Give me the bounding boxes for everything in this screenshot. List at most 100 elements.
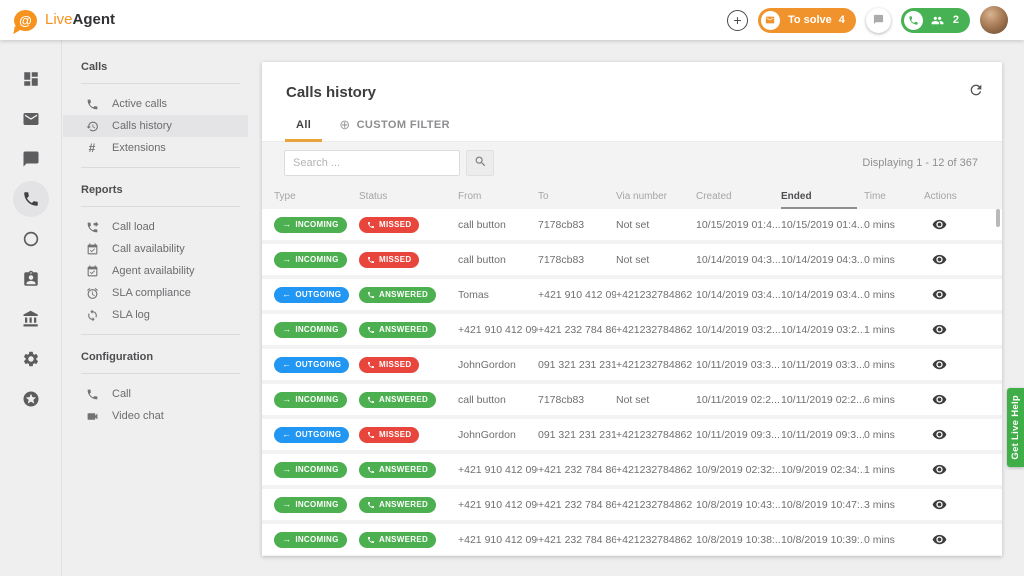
cell-to: +421 232 784 862 <box>538 498 616 511</box>
table-row: → INCOMING MISSED call button 7178cb83 Not se… <box>262 244 1002 275</box>
sidebar-item-sla-compliance[interactable]: SLA compliance <box>63 282 248 304</box>
to-solve-button[interactable]: To solve 4 <box>757 7 856 33</box>
chat-icon[interactable] <box>13 141 49 177</box>
cell-via: +421232784862 <box>616 323 693 336</box>
refresh-button[interactable] <box>968 82 984 101</box>
sidebar-item-active-calls[interactable]: Active calls <box>63 93 248 115</box>
table-header-row: Type Status From To Via number Created Ended Ti… <box>262 183 1002 209</box>
phone-icon <box>367 501 375 509</box>
column-header-created[interactable]: Created <box>696 191 781 202</box>
sidebar-item-call[interactable]: Call <box>63 383 248 405</box>
scrollbar[interactable] <box>996 209 1000 227</box>
ring-icon[interactable] <box>13 221 49 257</box>
section-title: Reports <box>81 184 123 196</box>
call-type-badge: → INCOMING <box>274 321 347 338</box>
table-row: → INCOMING ANSWERED +421 910 412 090 +421 23… <box>262 454 1002 485</box>
tab-all[interactable]: All <box>282 108 325 142</box>
sidebar-item-call-load[interactable]: Call load <box>63 216 248 238</box>
cell-time: 1 mins <box>864 323 895 336</box>
sidebar-item-label: Call load <box>112 221 155 233</box>
sidebar-section-reports: Reports Call load Call availability Agent a… <box>63 177 255 326</box>
cell-ended: 10/14/2019 03:2... <box>781 323 864 336</box>
cell-time: 0 mins <box>864 253 895 266</box>
call-status-badge: ANSWERED <box>359 286 437 303</box>
view-call-button[interactable] <box>932 322 947 337</box>
call-status-badge: ANSWERED <box>359 496 437 513</box>
table-area: Displaying 1 - 12 of 367 TypeStatusFromT… <box>262 142 1002 556</box>
liveagent-logo[interactable]: @ LiveAgent <box>14 9 115 31</box>
add-filter-icon: ⊕ <box>339 116 351 132</box>
cell-created: 10/8/2019 10:38:... <box>696 533 781 546</box>
search-button[interactable] <box>466 149 494 176</box>
view-call-button[interactable] <box>932 532 947 547</box>
arrow-left-icon: ← <box>282 429 292 439</box>
agents-icon <box>931 14 944 27</box>
phone-icon <box>85 388 99 401</box>
history-icon <box>85 120 99 133</box>
arrow-right-icon: → <box>282 254 292 264</box>
section-title: Calls <box>81 61 108 73</box>
sidebar-item-extensions[interactable]: # Extensions <box>63 137 248 159</box>
cell-via: Not set <box>616 253 650 266</box>
user-avatar[interactable] <box>980 6 1008 34</box>
tab-custom-filter[interactable]: ⊕ CUSTOM FILTER <box>325 108 464 141</box>
search-input[interactable] <box>284 149 460 176</box>
column-header-from[interactable]: From <box>458 191 538 202</box>
page-title: Calls history <box>286 84 377 101</box>
table-row: → INCOMING ANSWERED +421 910 412 090 +421 23… <box>262 489 1002 520</box>
table-row: → INCOMING ANSWERED +421 910 412 090 +421 23… <box>262 314 1002 345</box>
phone-icon[interactable] <box>12 181 49 217</box>
view-call-button[interactable] <box>932 357 947 372</box>
add-button[interactable]: + <box>726 9 748 31</box>
view-call-button[interactable] <box>932 497 947 512</box>
call-status-badge: MISSED <box>359 426 420 443</box>
column-header-time[interactable]: Time <box>864 191 924 202</box>
sidebar-item-calls-history[interactable]: Calls history <box>63 115 248 137</box>
view-call-button[interactable] <box>932 392 947 407</box>
column-header-to[interactable]: To <box>538 191 616 202</box>
sidebar-item-video-chat[interactable]: Video chat <box>63 405 248 427</box>
sidebar-item-agent-availability[interactable]: Agent availability <box>63 260 248 282</box>
sidebar-item-sla-log[interactable]: SLA log <box>63 304 248 326</box>
topbar-controls: + To solve 4 2 <box>726 6 1008 34</box>
phone-icon <box>367 221 375 229</box>
view-call-button[interactable] <box>932 462 947 477</box>
column-header-type[interactable]: Type <box>274 191 359 202</box>
column-header-actions[interactable]: Actions <box>924 191 1002 202</box>
divider <box>81 373 240 374</box>
column-header-status[interactable]: Status <box>359 191 458 202</box>
view-call-button[interactable] <box>932 252 947 267</box>
chat-toggle-button[interactable] <box>865 7 891 33</box>
sidebar-item-label: Call <box>112 388 131 400</box>
phone-icon <box>367 536 375 544</box>
cell-ended: 10/11/2019 02:2... <box>781 393 864 406</box>
contact-card-icon[interactable] <box>13 261 49 297</box>
cell-via: +421232784862 <box>616 463 693 476</box>
sidebar-item-label: Video chat <box>112 410 164 422</box>
cell-ended: 10/9/2019 02:34:... <box>781 463 864 476</box>
cell-via: +421232784862 <box>616 358 693 371</box>
column-header-via-number[interactable]: Via number <box>616 191 696 202</box>
eye-icon <box>932 532 947 547</box>
grid-icon[interactable] <box>13 61 49 97</box>
view-call-button[interactable] <box>932 427 947 442</box>
get-live-help-button[interactable]: Get Live Help <box>1007 388 1024 467</box>
gear-icon[interactable] <box>13 341 49 377</box>
calls-status-button[interactable]: 2 <box>900 7 970 33</box>
eye-icon <box>932 392 947 407</box>
bank-icon[interactable] <box>13 301 49 337</box>
column-header-ended[interactable]: Ended <box>781 191 864 202</box>
sidebar-item-call-availability[interactable]: Call availability <box>63 238 248 260</box>
call-type-badge: → INCOMING <box>274 531 347 548</box>
mail-icon[interactable] <box>13 101 49 137</box>
call-type-badge: ← OUTGOING <box>274 286 350 303</box>
pagination-status: Displaying 1 - 12 of 367 <box>862 156 978 169</box>
call-type-badge: → INCOMING <box>274 461 347 478</box>
view-call-button[interactable] <box>932 217 947 232</box>
view-call-button[interactable] <box>932 287 947 302</box>
star-icon[interactable] <box>13 381 49 417</box>
arrow-right-icon: → <box>282 324 292 334</box>
sidebar-section-calls: Calls Active calls Calls history # Extension… <box>63 54 255 159</box>
phone-icon <box>367 361 375 369</box>
sidebar-item-label: Active calls <box>112 98 168 110</box>
